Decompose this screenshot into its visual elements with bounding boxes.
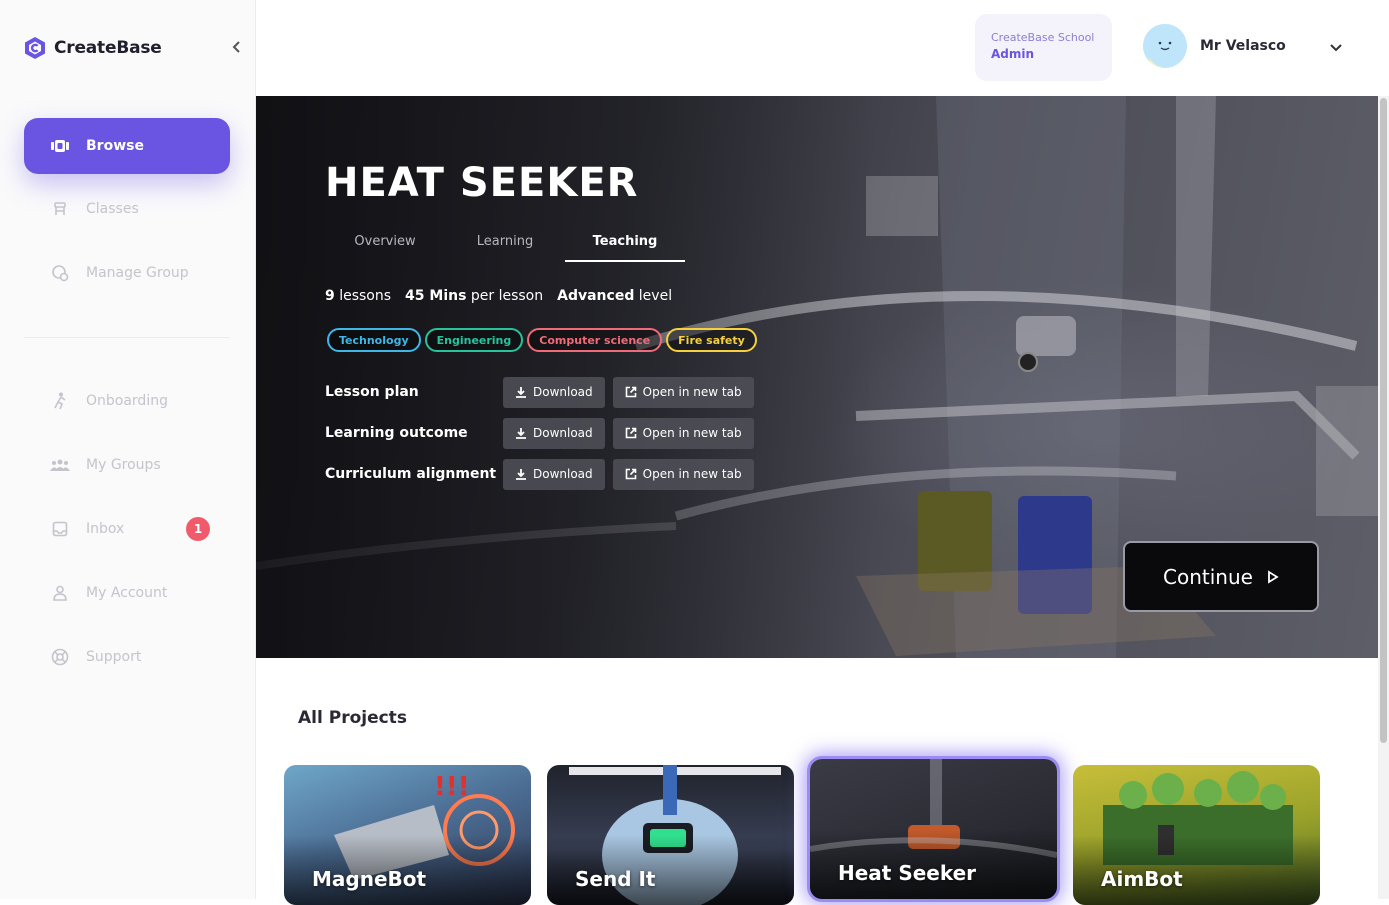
onboarding-icon — [50, 391, 70, 411]
brand-name: CreateBase — [54, 38, 162, 58]
external-link-icon — [625, 427, 636, 439]
collapse-sidebar-button[interactable] — [226, 37, 246, 57]
external-link-icon — [625, 386, 636, 398]
level-label: level — [638, 288, 673, 304]
open-new-tab-label: Open in new tab — [642, 467, 742, 481]
brand[interactable]: CreateBase — [24, 36, 162, 60]
avatar — [1143, 24, 1187, 68]
account-icon — [50, 583, 70, 603]
open-new-tab-button[interactable]: Open in new tab — [612, 458, 754, 490]
download-button[interactable]: Download — [503, 417, 605, 449]
project-card-title: Heat Seeker — [838, 861, 977, 885]
groups-icon — [50, 455, 70, 475]
lessons-label: lessons — [339, 288, 392, 304]
browse-icon — [50, 136, 70, 156]
tag-technology: Technology — [327, 328, 421, 352]
project-hero: HEAT SEEKER Overview Learning Teaching 9… — [256, 96, 1378, 658]
inbox-unread-badge: 1 — [186, 517, 210, 541]
project-card-send-it[interactable]: Send It — [547, 765, 794, 905]
sidebar-item-label: Classes — [86, 201, 139, 217]
tag-engineering: Engineering — [424, 328, 524, 352]
sidebar-item-my-account[interactable]: My Account — [24, 565, 230, 621]
download-icon — [516, 469, 526, 480]
sidebar-item-support[interactable]: Support — [24, 629, 230, 685]
sidebar-item-label: My Groups — [86, 457, 161, 473]
resource-label: Curriculum alignment — [325, 466, 497, 482]
download-label: Download — [533, 426, 593, 440]
project-card-heat-seeker[interactable]: Heat Seeker — [810, 759, 1057, 899]
external-link-icon — [625, 468, 636, 480]
project-card-title: AimBot — [1101, 867, 1183, 891]
resource-row-curriculum-alignment: Curriculum alignment Download Open in ne… — [325, 458, 762, 490]
download-button[interactable]: Download — [503, 458, 605, 490]
sidebar-item-inbox[interactable]: Inbox 1 — [24, 501, 230, 557]
project-card-title: Send It — [575, 867, 656, 891]
lessons-stat: 9 lessons — [325, 288, 391, 304]
download-label: Download — [533, 467, 593, 481]
classes-icon — [50, 199, 70, 219]
resource-row-lesson-plan: Lesson plan Download Open in new tab — [325, 376, 762, 408]
page-scrollbar-thumb[interactable] — [1380, 98, 1387, 743]
project-card-aimbot[interactable]: AimBot — [1073, 765, 1320, 905]
project-stats: 9 lessons 45 Mins per lesson Advanced le… — [325, 288, 672, 304]
sidebar-item-browse[interactable]: Browse — [24, 118, 230, 174]
svg-text:!!!: !!! — [434, 772, 470, 802]
open-new-tab-label: Open in new tab — [642, 426, 742, 440]
inbox-icon — [50, 519, 70, 539]
user-menu[interactable]: Mr Velasco — [1143, 24, 1353, 68]
chevron-left-icon — [232, 41, 240, 53]
open-new-tab-button[interactable]: Open in new tab — [612, 376, 754, 408]
download-icon — [516, 428, 526, 439]
duration-value: 45 Mins — [405, 288, 467, 304]
sidebar-item-label: My Account — [86, 585, 168, 601]
project-title: HEAT SEEKER — [325, 160, 639, 206]
subject-tags: Technology Engineering Computer science … — [327, 328, 757, 352]
level-value: Advanced — [557, 288, 635, 304]
tag-fire-safety: Fire safety — [666, 328, 757, 352]
chevron-down-icon — [1329, 38, 1343, 57]
open-new-tab-label: Open in new tab — [642, 385, 742, 399]
open-new-tab-button[interactable]: Open in new tab — [612, 417, 754, 449]
sidebar-item-label: Inbox — [86, 521, 125, 537]
duration-label: per lesson — [470, 288, 544, 304]
resource-label: Lesson plan — [325, 384, 419, 400]
tab-learning[interactable]: Learning — [445, 232, 565, 262]
sidebar-item-label: Browse — [86, 138, 144, 154]
sidebar-item-onboarding[interactable]: Onboarding — [24, 373, 230, 429]
sidebar-item-my-groups[interactable]: My Groups — [24, 437, 230, 493]
sidebar-item-manage-group[interactable]: Manage Group — [24, 245, 230, 301]
sidebar-item-label: Support — [86, 649, 142, 665]
resource-row-learning-outcome: Learning outcome Download Open in new ta… — [325, 417, 762, 449]
project-tabs: Overview Learning Teaching — [325, 232, 685, 262]
school-role: Admin — [991, 47, 1035, 61]
sidebar-divider — [24, 337, 230, 338]
project-card-title: MagneBot — [312, 867, 427, 891]
continue-label: Continue — [1163, 564, 1253, 589]
support-icon — [50, 647, 70, 667]
sidebar-item-label: Onboarding — [86, 393, 168, 409]
tag-computer-science: Computer science — [527, 328, 663, 352]
sidebar-item-classes[interactable]: Classes — [24, 181, 230, 237]
project-card-magnebot[interactable]: !!! MagneBot — [284, 765, 531, 905]
sidebar: CreateBase Browse Classes Manage Group O… — [0, 0, 256, 899]
user-name: Mr Velasco — [1200, 38, 1286, 54]
download-icon — [516, 387, 526, 398]
sidebar-item-label: Manage Group — [86, 265, 189, 281]
school-switcher[interactable]: CreateBase School Admin — [975, 14, 1112, 81]
continue-button[interactable]: Continue — [1123, 541, 1319, 612]
download-button[interactable]: Download — [503, 376, 605, 408]
resource-label: Learning outcome — [325, 425, 468, 441]
tab-teaching[interactable]: Teaching — [565, 232, 685, 262]
level-stat: Advanced level — [557, 288, 672, 304]
manage-group-icon — [50, 263, 70, 283]
tab-overview[interactable]: Overview — [325, 232, 445, 262]
all-projects-heading: All Projects — [298, 708, 407, 728]
play-icon — [1268, 569, 1279, 584]
lessons-count: 9 — [325, 288, 335, 304]
duration-stat: 45 Mins per lesson — [405, 288, 543, 304]
createbase-logo-icon — [24, 36, 46, 60]
school-name: CreateBase School — [991, 31, 1095, 44]
download-label: Download — [533, 385, 593, 399]
